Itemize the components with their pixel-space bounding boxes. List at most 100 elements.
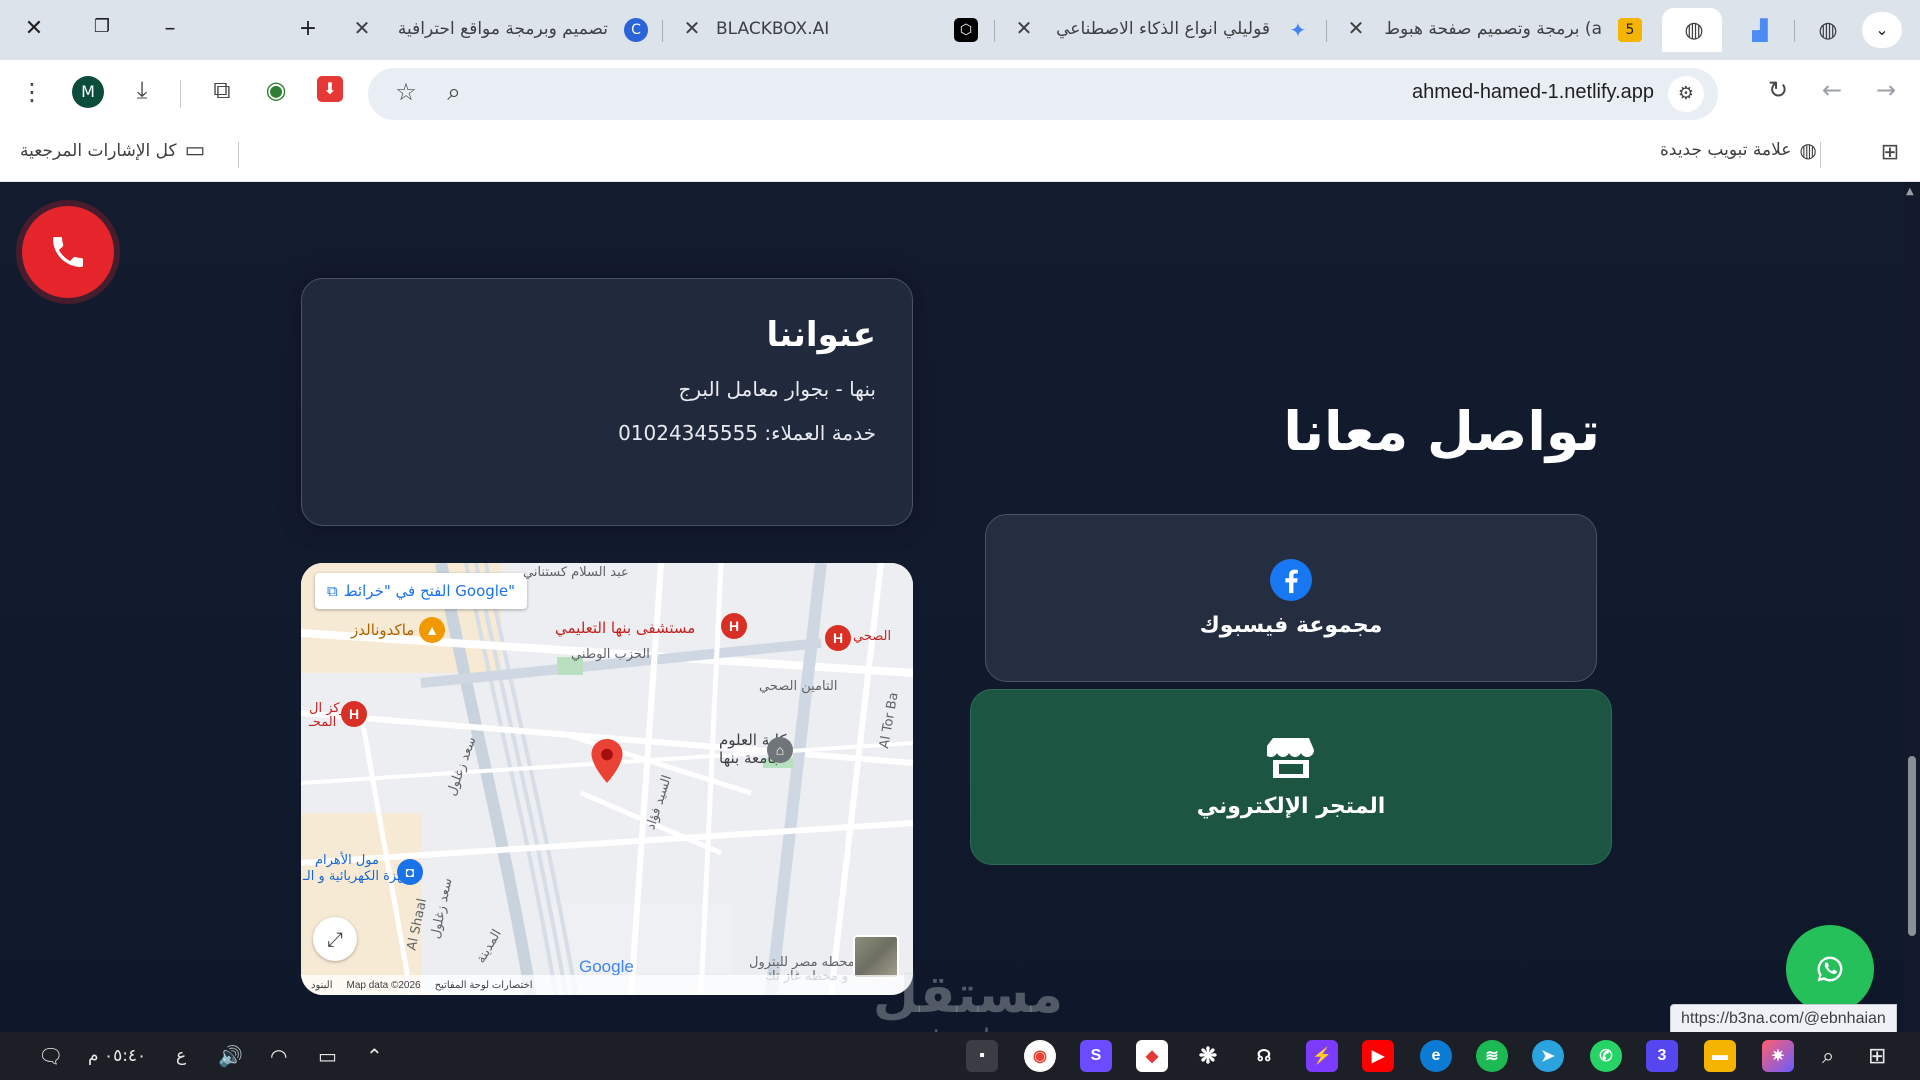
globe-icon: ◍ [1799, 138, 1817, 162]
open-in-google-maps-link[interactable]: ⧉ الفتح في "خرائط Google" [315, 573, 528, 609]
restore-window-icon[interactable]: ❐ [88, 16, 116, 37]
facebook-group-button[interactable]: مجموعة فيسبوك [985, 514, 1597, 682]
globe-icon: ◍ [1684, 17, 1704, 43]
notifications-icon[interactable]: 🗨 [38, 1044, 63, 1068]
tab-4[interactable]: ✕ برمجة وتصميم صفحة هبوط (a 5 [1340, 8, 1654, 52]
watermark-english: mostaql.com [838, 1024, 1098, 1032]
download-icon[interactable]: ⤓ [126, 76, 158, 104]
tab-active[interactable]: ◍ [1662, 8, 1722, 52]
keyboard-shortcuts-link[interactable]: اختصارات لوحة المفاتيح [435, 980, 533, 991]
chart-icon: ▟ [1752, 18, 1768, 42]
tab-3[interactable]: ✕ قوليلي انواع الذكاء الاصطناعي ✦ [1008, 8, 1322, 52]
tab-7[interactable]: ◍ [1798, 8, 1854, 52]
close-window-icon[interactable]: ✕ [20, 16, 48, 41]
minimize-window-icon[interactable]: – [156, 16, 184, 41]
online-store-label: المتجر الإلكتروني [1196, 793, 1386, 819]
map-label: عبد السلام كستناني [523, 565, 629, 580]
telegram-icon[interactable]: ➤ [1532, 1040, 1564, 1072]
map-label: مول الأهرام [315, 853, 379, 868]
url-text[interactable]: ahmed-hamed-1.netlify.app [1412, 81, 1654, 104]
tab-close-icon[interactable]: ✕ [680, 16, 704, 40]
extension-download-icon[interactable]: ⬇ [317, 76, 343, 102]
search-icon[interactable]: ⌕ [1822, 1044, 1834, 1069]
tab-favicon-icon: C [624, 18, 648, 42]
hospital-pin-icon: H [825, 625, 851, 651]
all-bookmarks-button[interactable]: كل الإشارات المرجعية ▭ [20, 138, 205, 163]
address-card: عنواننا بنها - بجوار معامل البرج خدمة ال… [301, 278, 913, 526]
extension-globe-icon[interactable]: ◉ [260, 76, 292, 104]
battery-icon[interactable]: ▭ [318, 1044, 337, 1068]
tab-6[interactable]: ▟ [1730, 8, 1786, 52]
map-label: الحزب الوطني [571, 647, 650, 662]
new-tab-bookmark-label: علامة تبويب جديدة [1660, 140, 1792, 160]
restaurant-pin-icon: ▲ [419, 617, 445, 643]
contact-title: تواصل معانا [1283, 400, 1600, 463]
facebook-icon [1270, 558, 1312, 601]
extensions-icon[interactable]: ⧉ [206, 76, 238, 104]
facebook-group-label: مجموعة فيسبوك [1199, 612, 1383, 638]
edge-icon[interactable]: e [1420, 1040, 1452, 1072]
site-settings-icon[interactable]: ⚙ [1668, 76, 1704, 112]
all-bookmarks-label: كل الإشارات المرجعية [20, 140, 177, 161]
tray-overflow-icon[interactable]: ⌃ [366, 1044, 383, 1068]
tab-favicon-icon: ⬡ [954, 18, 978, 42]
clock-time[interactable]: ٠٥:٤٠ م [88, 1046, 146, 1066]
tab-title: برمجة وتصميم صفحة هبوط (a [1384, 19, 1602, 39]
taskbar-app-icon[interactable]: ⚡ [1306, 1040, 1338, 1072]
spotify-icon[interactable]: ≋ [1476, 1040, 1508, 1072]
apps-grid-icon[interactable]: ⊞ [1874, 140, 1906, 165]
google-map[interactable]: ⧉ الفتح في "خرائط Google" عبد السلام كست… [301, 563, 913, 995]
windows-start-icon[interactable]: ⊞ [1868, 1044, 1886, 1069]
tab-title: قوليلي انواع الذكاء الاصطناعي [1056, 19, 1270, 39]
file-explorer-icon[interactable]: ▬ [1704, 1040, 1736, 1072]
input-language[interactable]: ع [176, 1046, 186, 1066]
new-tab-icon[interactable]: + [294, 16, 322, 41]
bookmarks-separator [238, 142, 239, 168]
taskbar-app-icon[interactable]: ▪ [966, 1040, 998, 1072]
map-terms[interactable]: البنود [311, 980, 332, 991]
browser-toolbar: ⋮ M ⤓ ⧉ ◉ ⬇ ☆ ⌕ ahmed-hamed-1.netlify.ap… [0, 60, 1920, 130]
web-page: عنواننا بنها - بجوار معامل البرج خدمة ال… [0, 182, 1904, 1032]
mostaql-watermark: مستقل mostaql.com [838, 966, 1098, 1032]
taskbar-app-icon[interactable]: ☊ [1248, 1040, 1280, 1072]
scrollbar-thumb[interactable] [1908, 756, 1916, 936]
chrome-icon[interactable]: ◉ [1024, 1040, 1056, 1072]
new-tab-bookmark[interactable]: علامة تبويب جديدة ◍ [1660, 138, 1817, 162]
tab-separator [1794, 20, 1795, 42]
address-bar[interactable]: ☆ ⌕ ahmed-hamed-1.netlify.app ⚙ [368, 68, 1718, 120]
tab-close-icon[interactable]: ✕ [1344, 16, 1368, 40]
volume-icon[interactable]: 🔊 [218, 1044, 243, 1068]
tab-2[interactable]: ✕ BLACKBOX.AI ⬡ [676, 8, 990, 52]
whatsapp-taskbar-icon[interactable]: ✆ [1590, 1040, 1622, 1072]
tab-search-icon[interactable]: ⌄ [1862, 12, 1902, 48]
menu-kebab-icon[interactable]: ⋮ [16, 78, 48, 106]
youtube-icon[interactable]: ▶ [1362, 1040, 1394, 1072]
taskbar-app-icon[interactable]: S [1080, 1040, 1112, 1072]
online-store-button[interactable]: المتجر الإلكتروني [970, 689, 1612, 865]
profile-avatar[interactable]: M [72, 76, 104, 108]
wifi-icon[interactable]: ◠ [270, 1044, 287, 1068]
bookmark-star-icon[interactable]: ☆ [390, 78, 422, 106]
taskbar-app-icon[interactable]: ◆ [1136, 1040, 1168, 1072]
copilot-icon[interactable]: ✷ [1762, 1040, 1794, 1072]
fullscreen-toggle[interactable]: ⤢ [313, 917, 357, 961]
back-icon[interactable]: ← [1816, 76, 1848, 104]
taskbar-app-icon[interactable]: 3 [1646, 1040, 1678, 1072]
tab-close-icon[interactable]: ✕ [1012, 16, 1036, 40]
tab-separator [1326, 20, 1327, 42]
tab-close-icon[interactable]: ✕ [350, 16, 374, 40]
forward-icon[interactable]: → [1870, 76, 1902, 104]
shopping-pin-icon: ◘ [397, 859, 423, 885]
customer-service-label: خدمة العملاء: [764, 421, 876, 445]
location-pin-icon [591, 739, 623, 783]
whatsapp-button[interactable] [1786, 925, 1874, 1013]
customer-service-phone[interactable]: 01024345555 [618, 421, 758, 445]
zoom-icon[interactable]: ⌕ [438, 78, 470, 106]
chatgpt-icon[interactable]: ❋ [1192, 1040, 1224, 1072]
call-button[interactable] [22, 206, 114, 298]
reload-icon[interactable]: ↻ [1762, 76, 1794, 104]
bookmarks-separator [1820, 142, 1821, 168]
scroll-up-icon[interactable]: ▲ [1906, 186, 1914, 197]
page-scrollbar[interactable]: ▲ [1904, 182, 1920, 1032]
tab-1[interactable]: ✕ تصميم وبرمجة مواقع احترافية C [346, 8, 660, 52]
